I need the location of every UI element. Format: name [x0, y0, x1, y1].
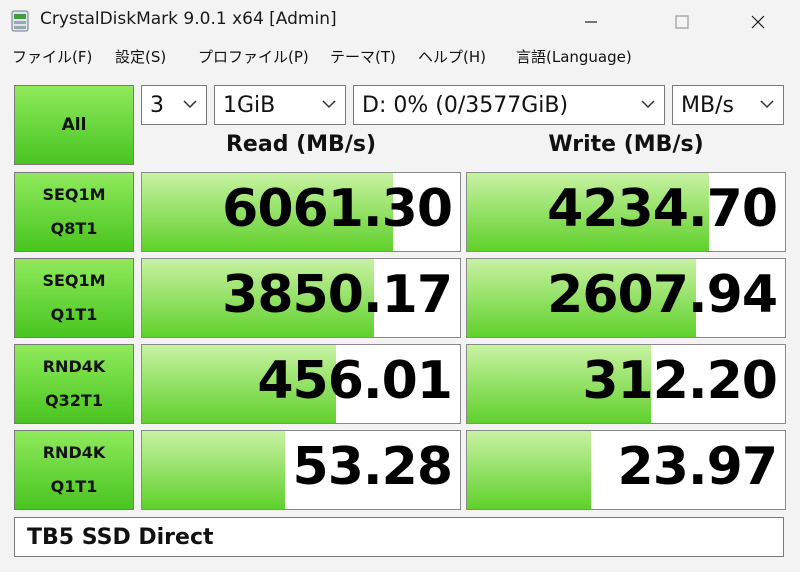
count-select[interactable]: 3 — [141, 85, 207, 125]
unit-value: MB/s — [681, 92, 734, 118]
read-result-rnd4k-q1t1: 53.28 — [141, 430, 461, 510]
write-value: 4234.70 — [547, 179, 778, 239]
write-value: 2607.94 — [547, 265, 778, 325]
menu-file[interactable]: ファイル(F) — [12, 46, 92, 67]
drive-value: D: 0% (0/3577GiB) — [362, 92, 569, 118]
write-value: 23.97 — [617, 437, 778, 497]
test-label-line2: Q8T1 — [50, 219, 98, 238]
menu-theme[interactable]: テーマ(T) — [330, 46, 396, 67]
comment-text: TB5 SSD Direct — [27, 524, 214, 550]
all-button[interactable]: All — [14, 85, 134, 165]
chevron-down-icon — [322, 100, 336, 109]
write-result-seq1m-q1t1: 2607.94 — [466, 258, 786, 338]
count-value: 3 — [150, 92, 164, 118]
read-value: 6061.30 — [222, 179, 453, 239]
chevron-down-icon — [183, 100, 197, 109]
menu-settings[interactable]: 設定(S) — [115, 46, 166, 67]
test-label-line1: RND4K — [42, 357, 106, 376]
minimize-button[interactable] — [560, 0, 622, 44]
read-value: 456.01 — [257, 351, 453, 411]
unit-select[interactable]: MB/s — [672, 85, 784, 125]
all-button-label: All — [61, 115, 87, 135]
chevron-down-icon — [641, 100, 655, 109]
test-button-rnd4k-q32t1[interactable]: RND4K Q32T1 — [14, 344, 134, 424]
read-result-seq1m-q1t1: 3850.17 — [141, 258, 461, 338]
read-value: 3850.17 — [222, 265, 453, 325]
write-bar — [467, 431, 592, 509]
close-icon — [751, 15, 765, 29]
drive-select[interactable]: D: 0% (0/3577GiB) — [353, 85, 665, 125]
test-button-seq1m-q8t1[interactable]: SEQ1M Q8T1 — [14, 172, 134, 252]
menu-bar: ファイル(F) 設定(S) プロファイル(P) テーマ(T) ヘルプ(H) 言語… — [0, 44, 800, 72]
chevron-down-icon — [760, 100, 774, 109]
write-result-rnd4k-q32t1: 312.20 — [466, 344, 786, 424]
close-button[interactable] — [727, 0, 789, 44]
maximize-button[interactable] — [651, 0, 713, 44]
test-label-line2: Q1T1 — [50, 477, 98, 496]
menu-language[interactable]: 言語(Language) — [516, 46, 632, 67]
test-label-line2: Q32T1 — [45, 391, 103, 410]
test-label-line1: SEQ1M — [42, 271, 106, 290]
write-result-rnd4k-q1t1: 23.97 — [466, 430, 786, 510]
title-bar: CrystalDiskMark 9.0.1 x64 [Admin] — [0, 0, 800, 44]
size-value: 1GiB — [223, 92, 276, 118]
read-result-rnd4k-q32t1: 456.01 — [141, 344, 461, 424]
test-button-rnd4k-q1t1[interactable]: RND4K Q1T1 — [14, 430, 134, 510]
test-label-line2: Q1T1 — [50, 305, 98, 324]
main-panel: All 3 1GiB D: 0% (0/3577GiB) MB/s Read (… — [0, 77, 800, 572]
menu-help[interactable]: ヘルプ(H) — [418, 46, 486, 67]
comment-field[interactable]: TB5 SSD Direct — [14, 517, 784, 557]
test-label-line1: RND4K — [42, 443, 106, 462]
size-select[interactable]: 1GiB — [214, 85, 346, 125]
read-bar — [142, 431, 286, 509]
minimize-icon — [585, 21, 597, 23]
menu-profile[interactable]: プロファイル(P) — [198, 46, 309, 67]
read-result-seq1m-q8t1: 6061.30 — [141, 172, 461, 252]
read-value: 53.28 — [292, 437, 453, 497]
maximize-icon — [675, 15, 689, 29]
test-label-line1: SEQ1M — [42, 185, 106, 204]
test-button-seq1m-q1t1[interactable]: SEQ1M Q1T1 — [14, 258, 134, 338]
write-value: 312.20 — [582, 351, 778, 411]
app-icon — [11, 10, 29, 32]
window-title: CrystalDiskMark 9.0.1 x64 [Admin] — [40, 9, 337, 29]
read-header: Read (MB/s) — [225, 132, 376, 157]
write-header: Write (MB/s) — [548, 132, 704, 157]
write-result-seq1m-q8t1: 4234.70 — [466, 172, 786, 252]
